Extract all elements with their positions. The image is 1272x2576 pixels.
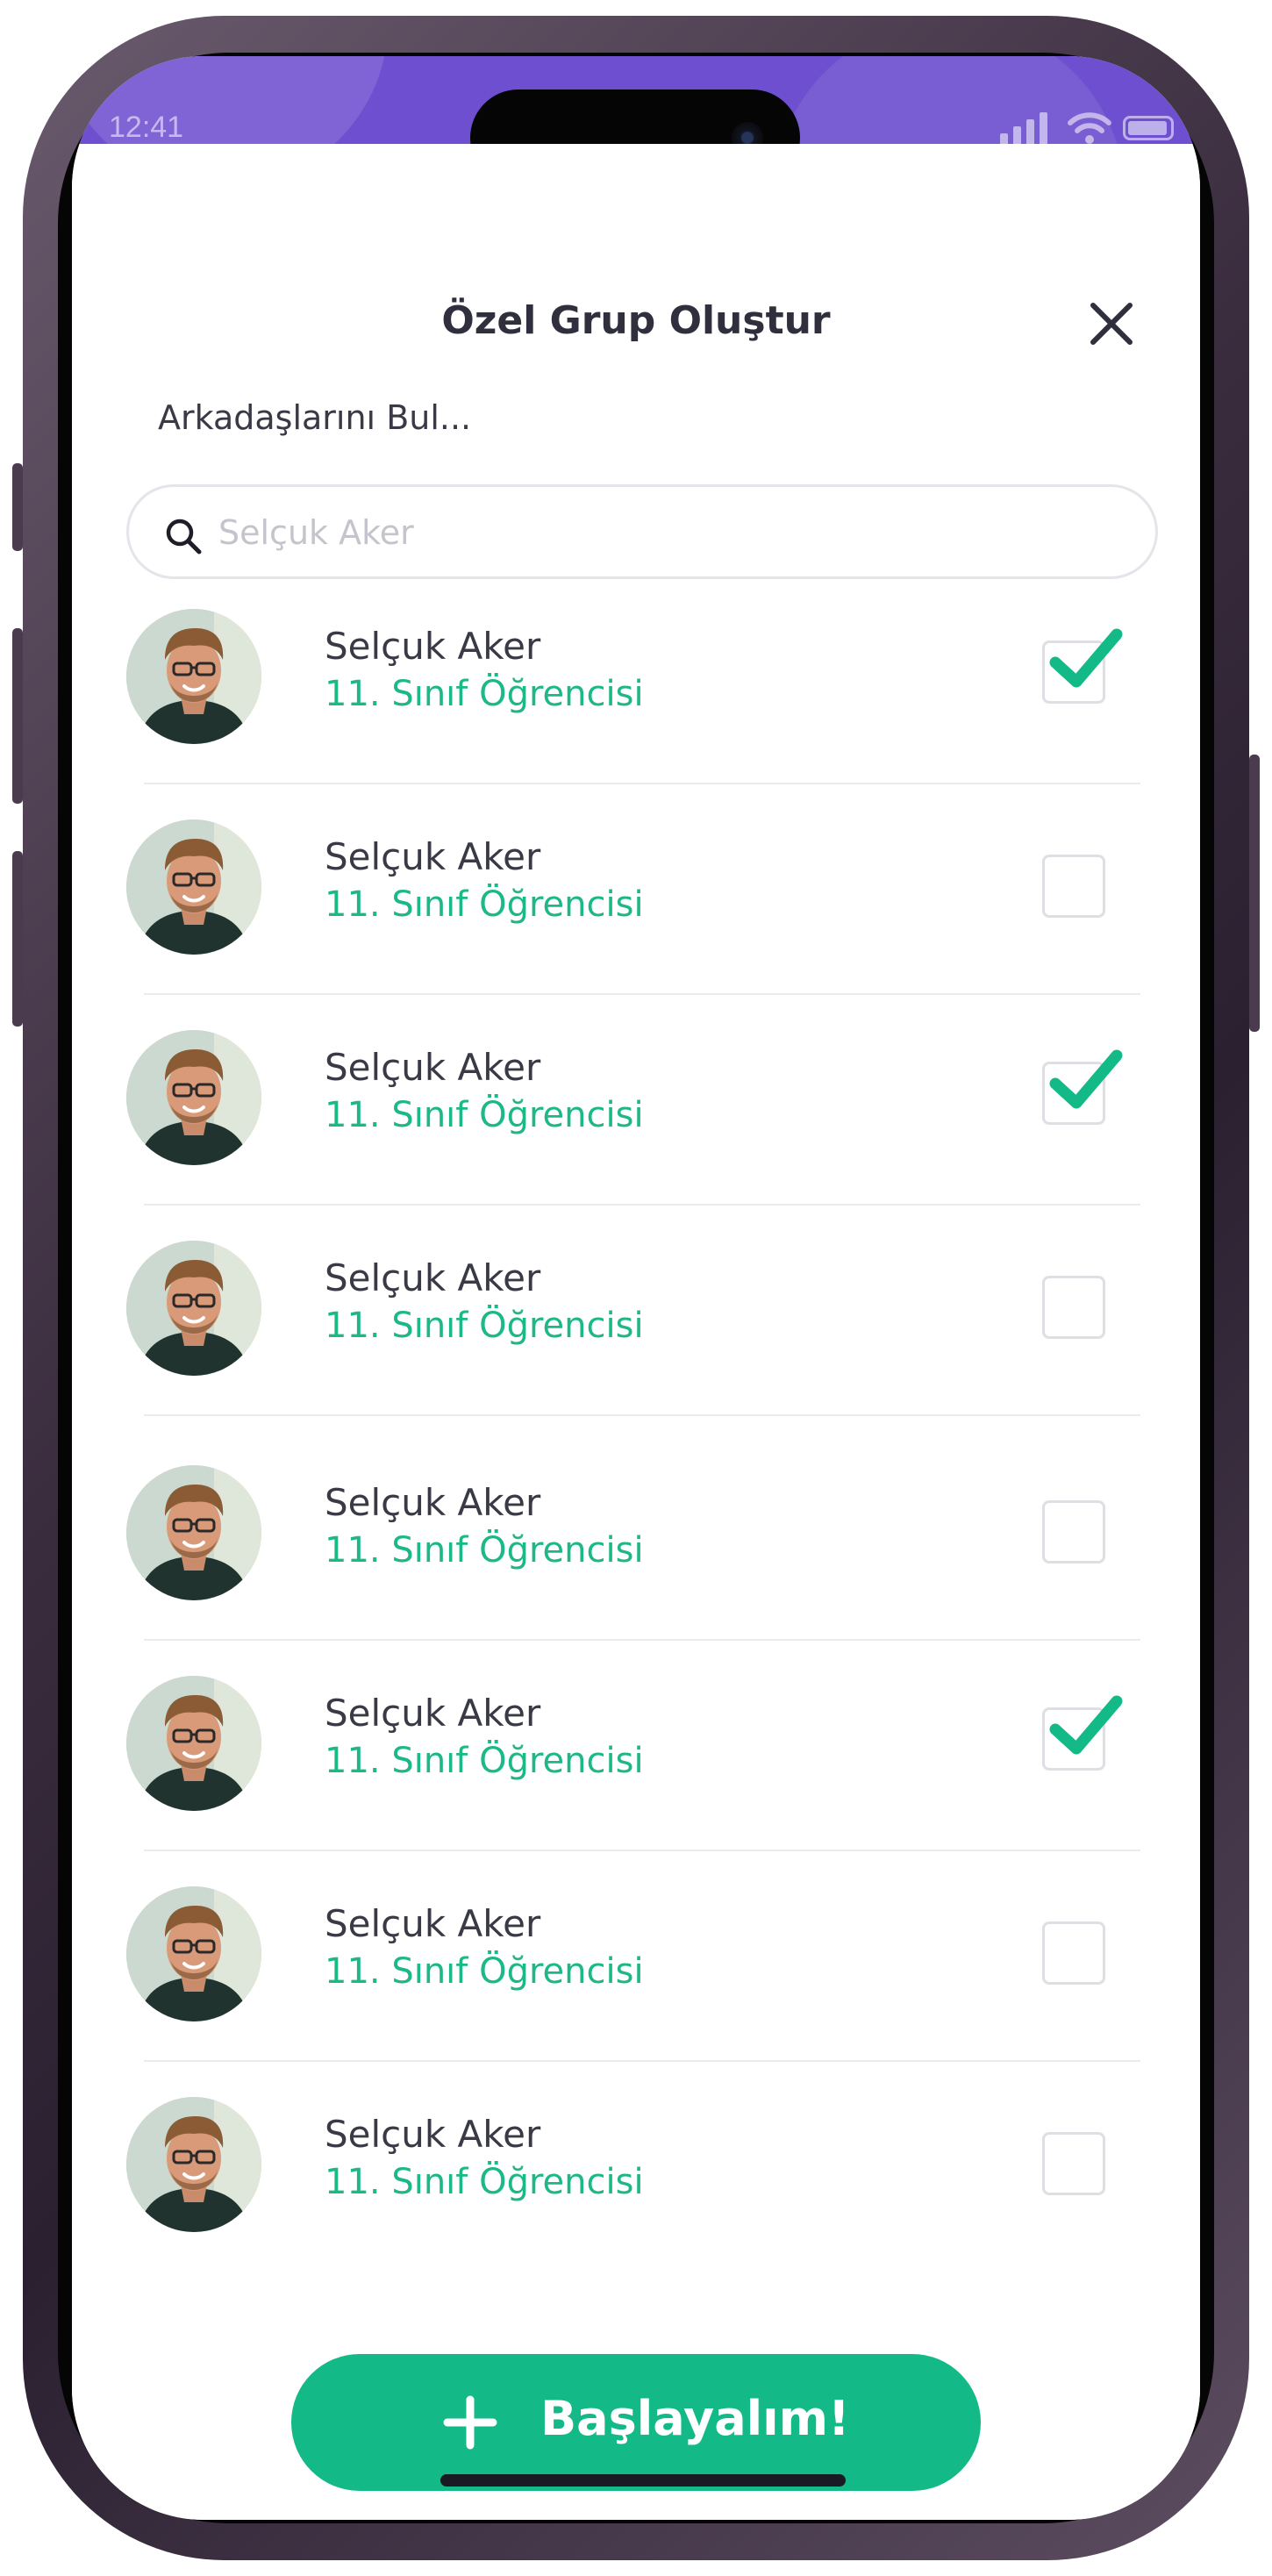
- row-divider: [144, 1414, 1140, 1416]
- check-icon: [1049, 1695, 1123, 1755]
- start-button[interactable]: Başlayalım!: [291, 2354, 981, 2491]
- check-icon: [1049, 1049, 1123, 1109]
- avatar: [126, 1676, 261, 1811]
- search-icon: [166, 519, 202, 555]
- contact-role: 11. Sınıf Öğrencisi: [325, 1530, 644, 1571]
- status-time: 12:41: [109, 111, 184, 144]
- row-divider: [144, 1850, 1140, 1851]
- search-field[interactable]: [126, 484, 1158, 579]
- contact-row[interactable]: Selçuk Aker 11. Sınıf Öğrencisi: [126, 609, 1158, 744]
- row-divider: [144, 2060, 1140, 2062]
- row-divider: [144, 1204, 1140, 1206]
- select-checkbox[interactable]: [1042, 1049, 1123, 1125]
- find-friends-label: Arkadaşlarını Bul...: [158, 398, 472, 437]
- volume-down-button: [12, 851, 23, 1027]
- select-checkbox[interactable]: [1042, 1500, 1105, 1563]
- contact-name: Selçuk Aker: [325, 1692, 541, 1735]
- contact-name: Selçuk Aker: [325, 2113, 541, 2156]
- home-indicator: [440, 2474, 846, 2487]
- select-checkbox[interactable]: [1042, 855, 1105, 918]
- contact-role: 11. Sınıf Öğrencisi: [325, 1306, 644, 1346]
- signal-icon: [1000, 111, 1053, 146]
- contact-role: 11. Sınıf Öğrencisi: [325, 1741, 644, 1781]
- contact-role: 11. Sınıf Öğrencisi: [325, 1951, 644, 1992]
- row-divider: [144, 993, 1140, 995]
- close-icon: [1090, 303, 1133, 345]
- wifi-icon: [1068, 112, 1111, 144]
- battery-icon: [1123, 116, 1174, 140]
- select-checkbox[interactable]: [1042, 1695, 1123, 1771]
- avatar: [126, 2097, 261, 2232]
- status-icons: [1000, 111, 1184, 146]
- contact-role: 11. Sınıf Öğrencisi: [325, 884, 644, 925]
- contact-role: 11. Sınıf Öğrencisi: [325, 1095, 644, 1135]
- contact-name: Selçuk Aker: [325, 1046, 541, 1089]
- contact-name: Selçuk Aker: [325, 1256, 541, 1299]
- create-group-sheet: Özel Grup Oluştur Arkadaşlarını Bul... S…: [72, 144, 1200, 2520]
- row-divider: [144, 783, 1140, 784]
- contact-row[interactable]: Selçuk Aker 11. Sınıf Öğrencisi: [126, 1676, 1158, 1811]
- contact-row[interactable]: Selçuk Aker 11. Sınıf Öğrencisi: [126, 1030, 1158, 1165]
- select-checkbox[interactable]: [1042, 628, 1123, 704]
- page-title: Özel Grup Oluştur: [441, 298, 831, 343]
- close-button[interactable]: [1086, 298, 1137, 349]
- avatar: [126, 1241, 261, 1376]
- select-checkbox[interactable]: [1042, 1921, 1105, 1985]
- avatar: [126, 819, 261, 955]
- row-divider: [144, 1639, 1140, 1641]
- screen: 12:41 Özel Grup Oluştur Arkadaşlarını Bu…: [72, 56, 1200, 2520]
- search-input[interactable]: [217, 504, 1115, 561]
- plus-icon: [443, 2395, 497, 2450]
- select-checkbox[interactable]: [1042, 1276, 1105, 1339]
- contact-row[interactable]: Selçuk Aker 11. Sınıf Öğrencisi: [126, 2097, 1158, 2232]
- avatar: [126, 1030, 261, 1165]
- contact-name: Selçuk Aker: [325, 835, 541, 878]
- power-button: [1249, 755, 1260, 1032]
- volume-up-button: [12, 628, 23, 804]
- contact-name: Selçuk Aker: [325, 625, 541, 668]
- start-button-label: Başlayalım!: [540, 2391, 850, 2446]
- select-checkbox[interactable]: [1042, 2132, 1105, 2195]
- action-button: [12, 463, 23, 551]
- avatar: [126, 609, 261, 744]
- avatar: [126, 1465, 261, 1600]
- contact-name: Selçuk Aker: [325, 1902, 541, 1945]
- contact-row[interactable]: Selçuk Aker 11. Sınıf Öğrencisi: [126, 819, 1158, 955]
- contact-role: 11. Sınıf Öğrencisi: [325, 2162, 644, 2202]
- contact-name: Selçuk Aker: [325, 1481, 541, 1524]
- contact-row[interactable]: Selçuk Aker 11. Sınıf Öğrencisi: [126, 1465, 1158, 1600]
- contact-row[interactable]: Selçuk Aker 11. Sınıf Öğrencisi: [126, 1241, 1158, 1376]
- avatar: [126, 1886, 261, 2021]
- contact-role: 11. Sınıf Öğrencisi: [325, 674, 644, 714]
- contact-row[interactable]: Selçuk Aker 11. Sınıf Öğrencisi: [126, 1886, 1158, 2021]
- check-icon: [1049, 628, 1123, 688]
